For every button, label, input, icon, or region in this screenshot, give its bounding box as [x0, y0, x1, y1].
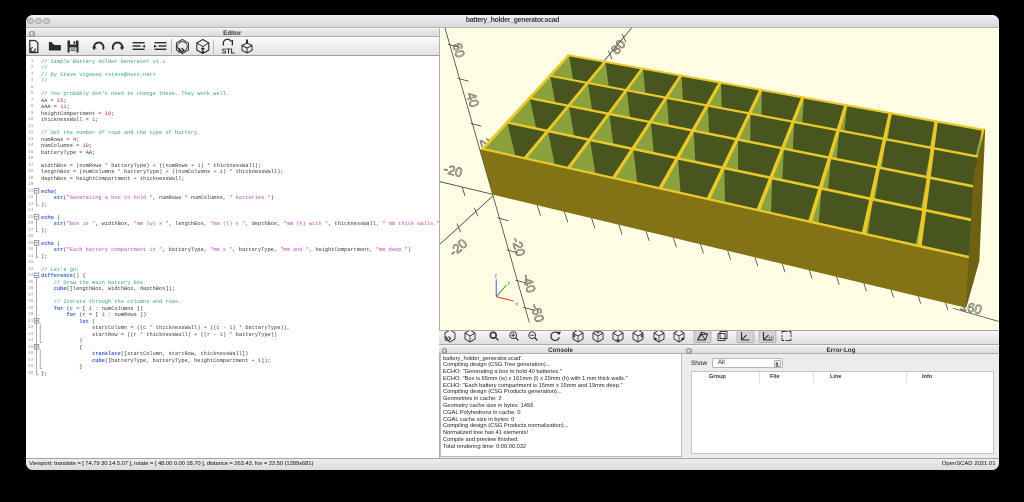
svg-text:10: 10 — [768, 337, 774, 343]
